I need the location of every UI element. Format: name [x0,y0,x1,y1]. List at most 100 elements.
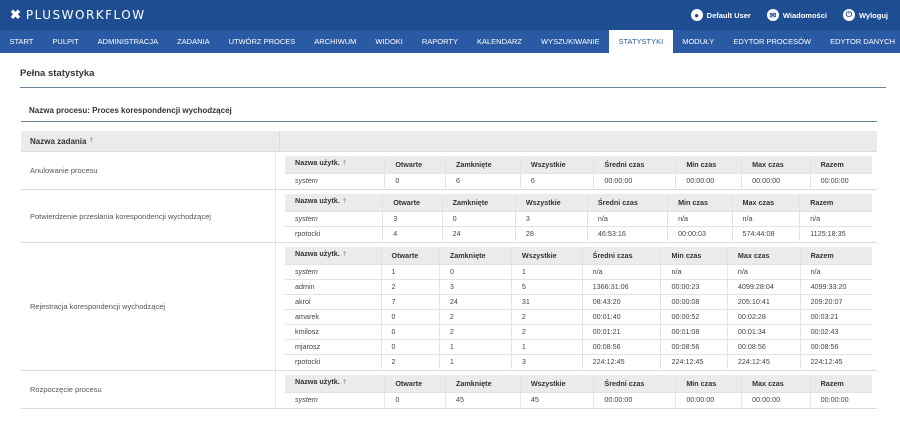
column-header-label: Razem [820,378,844,388]
table-row: rpotocki 2 1 3 224:12:45 224:12:45 224:12:45 22… [285,353,872,369]
stat-cell: 00:01:34 [727,323,801,339]
stat-cell: 0 [384,391,447,407]
stat-cell: 00:00:00 [593,391,677,407]
stat-cell: n/a [582,263,662,279]
nav-item-1[interactable]: PULPIT [43,30,88,53]
column-header-label: Min czas [686,159,717,169]
column-header[interactable]: Nazwa użytk. 🠅 [285,247,382,264]
table-row: rpotocki 4 24 28 46:53:16 00:00:03 574:44:08 11… [285,225,872,241]
stat-cell: 00:00:23 [660,278,728,294]
nav-item-12[interactable]: EDYTOR PROCESÓW [724,30,821,53]
user-name-cell: system [285,263,382,279]
column-header: Max czas [741,375,811,392]
default-user-link[interactable]: ● Default User [690,9,751,21]
stat-cell: n/a [587,210,669,226]
stat-cell: 00:00:00 [675,172,743,188]
nav-item-6[interactable]: WIDOKI [366,30,413,53]
app-logo[interactable]: ✖ PLUSWORKFLOW [10,7,146,23]
stat-cell: 00:00:00 [810,172,872,188]
column-header-label: Max czas [737,250,770,260]
column-header-label: Nazwa użytk. [295,196,340,206]
user-stats-header-row: Nazwa użytk. 🠅 Otwarte Zamknięte Wszystkie Śr… [285,375,872,392]
top-bar: ✖ PLUSWORKFLOW ● Default User ✉ Wiadomoś… [0,0,900,30]
stat-cell: 00:08:56 [582,338,662,354]
table-row: system 0 45 45 00:00:00 00:00:00 00:00:00 00:00… [285,391,872,407]
user-name-cell: system [285,210,384,226]
task-name: Rejestracja korespondencji wychodzącej [21,243,276,370]
nav-item-9[interactable]: WYSZUKIWANIE [532,30,609,53]
column-header[interactable]: Nazwa użytk. 🠅 [285,375,386,392]
column-header: Wszystkie [511,247,583,264]
column-header: Wszystkie [520,375,595,392]
stat-cell: 00:00:00 [810,391,872,407]
column-header-label: Średni czas [604,159,645,169]
stat-cell: 3 [382,210,443,226]
stat-cell: 1366:31:06 [582,278,662,294]
stat-cell: 4099:33:20 [800,278,872,294]
stat-cell: 24 [439,293,512,309]
stat-cell: 00:08:56 [727,338,801,354]
column-header-label: Wszystkie [530,378,566,388]
nav-item-5[interactable]: ARCHIWUM [305,30,366,53]
column-header: Średni czas [593,375,677,392]
column-header-label: Zamknięte [449,250,486,260]
column-header[interactable]: Nazwa użytk. 🠅 [285,156,386,173]
column-header: Zamknięte [442,194,516,211]
column-header: Razem [810,156,872,173]
stat-cell: 00:08:56 [660,338,728,354]
nav-item-2[interactable]: ADMINISTRACJA [88,30,167,53]
stat-cell: 45 [445,391,521,407]
nav-item-4[interactable]: UTWÓRZ PROCES [219,30,305,53]
stat-cell: 00:00:00 [593,172,677,188]
task-name-header[interactable]: Nazwa zadania 🠅 [21,131,280,151]
column-header-label: Otwarte [395,378,423,388]
user-stats-header-row: Nazwa użytk. 🠅 Otwarte Zamknięte Wszystkie Śr… [285,156,872,173]
stat-cell: 0 [381,308,440,324]
column-header: Razem [799,194,872,211]
user-stats-table: Nazwa użytk. 🠅 Otwarte Zamknięte Wszystkie Śr… [285,375,872,407]
stat-cell: 00:00:00 [741,391,811,407]
column-header: Max czas [741,156,811,173]
column-header-label: Nazwa użytk. [295,377,340,387]
stat-cell: 28 [515,225,588,241]
stat-cell: 574:44:08 [732,225,801,241]
nav-item-13[interactable]: EDYTOR DANYCH [821,30,900,53]
stat-cell: 00:02:43 [800,323,872,339]
stat-cell: 224:12:45 [660,353,728,369]
stat-cell: 00:00:08 [660,293,728,309]
column-header-label: Razem [820,159,844,169]
messages-link[interactable]: ✉ Wiadomości [766,9,827,21]
stat-cell: 08:43:20 [582,293,662,309]
column-header-label: Średni czas [592,250,633,260]
column-header-label: Min czas [686,378,717,388]
app-name: PLUSWORKFLOW [25,8,146,22]
stat-cell: 224:12:45 [582,353,662,369]
stat-cell: 5 [511,278,583,294]
nav-item-3[interactable]: ZADANIA [168,30,220,53]
sort-arrow-icon: 🠅 [342,198,347,206]
column-header-label: Min czas [671,250,702,260]
stat-cell: 00:00:00 [675,391,743,407]
nav-item-7[interactable]: RAPORTY [412,30,467,53]
column-header[interactable]: Nazwa użytk. 🠅 [285,194,384,211]
user-name-cell: admin [285,278,382,294]
table-row: admin 2 3 5 1366:31:06 00:00:23 4099:28:04 4099… [285,278,872,294]
nav-item-0[interactable]: START [0,30,43,53]
logout-link[interactable]: ⏻ Wyloguj [842,9,888,21]
sort-arrow-icon: 🠅 [342,160,347,168]
stat-cell: 2 [381,278,440,294]
stat-cell: 00:03:21 [800,308,872,324]
stat-cell: 4099:28:04 [727,278,801,294]
nav-item-11[interactable]: MODUŁY [673,30,724,53]
stat-cell: 2 [439,323,512,339]
nav-item-10[interactable]: STATYSTYKI [608,30,673,53]
column-header: Wszystkie [515,194,588,211]
stat-cell: 2 [511,308,583,324]
column-header: Średni czas [593,156,677,173]
nav-item-8[interactable]: KALENDARZ [467,30,531,53]
user-stats-container: Nazwa użytk. 🠅 Otwarte Zamknięte Wszystkie Śr… [276,190,877,242]
stat-cell: 24 [442,225,516,241]
stat-cell: 0 [381,338,440,354]
stat-cell: 6 [445,172,521,188]
statistics-table: Nazwa zadania 🠅 Anulowanie procesu Nazwa … [21,131,877,409]
